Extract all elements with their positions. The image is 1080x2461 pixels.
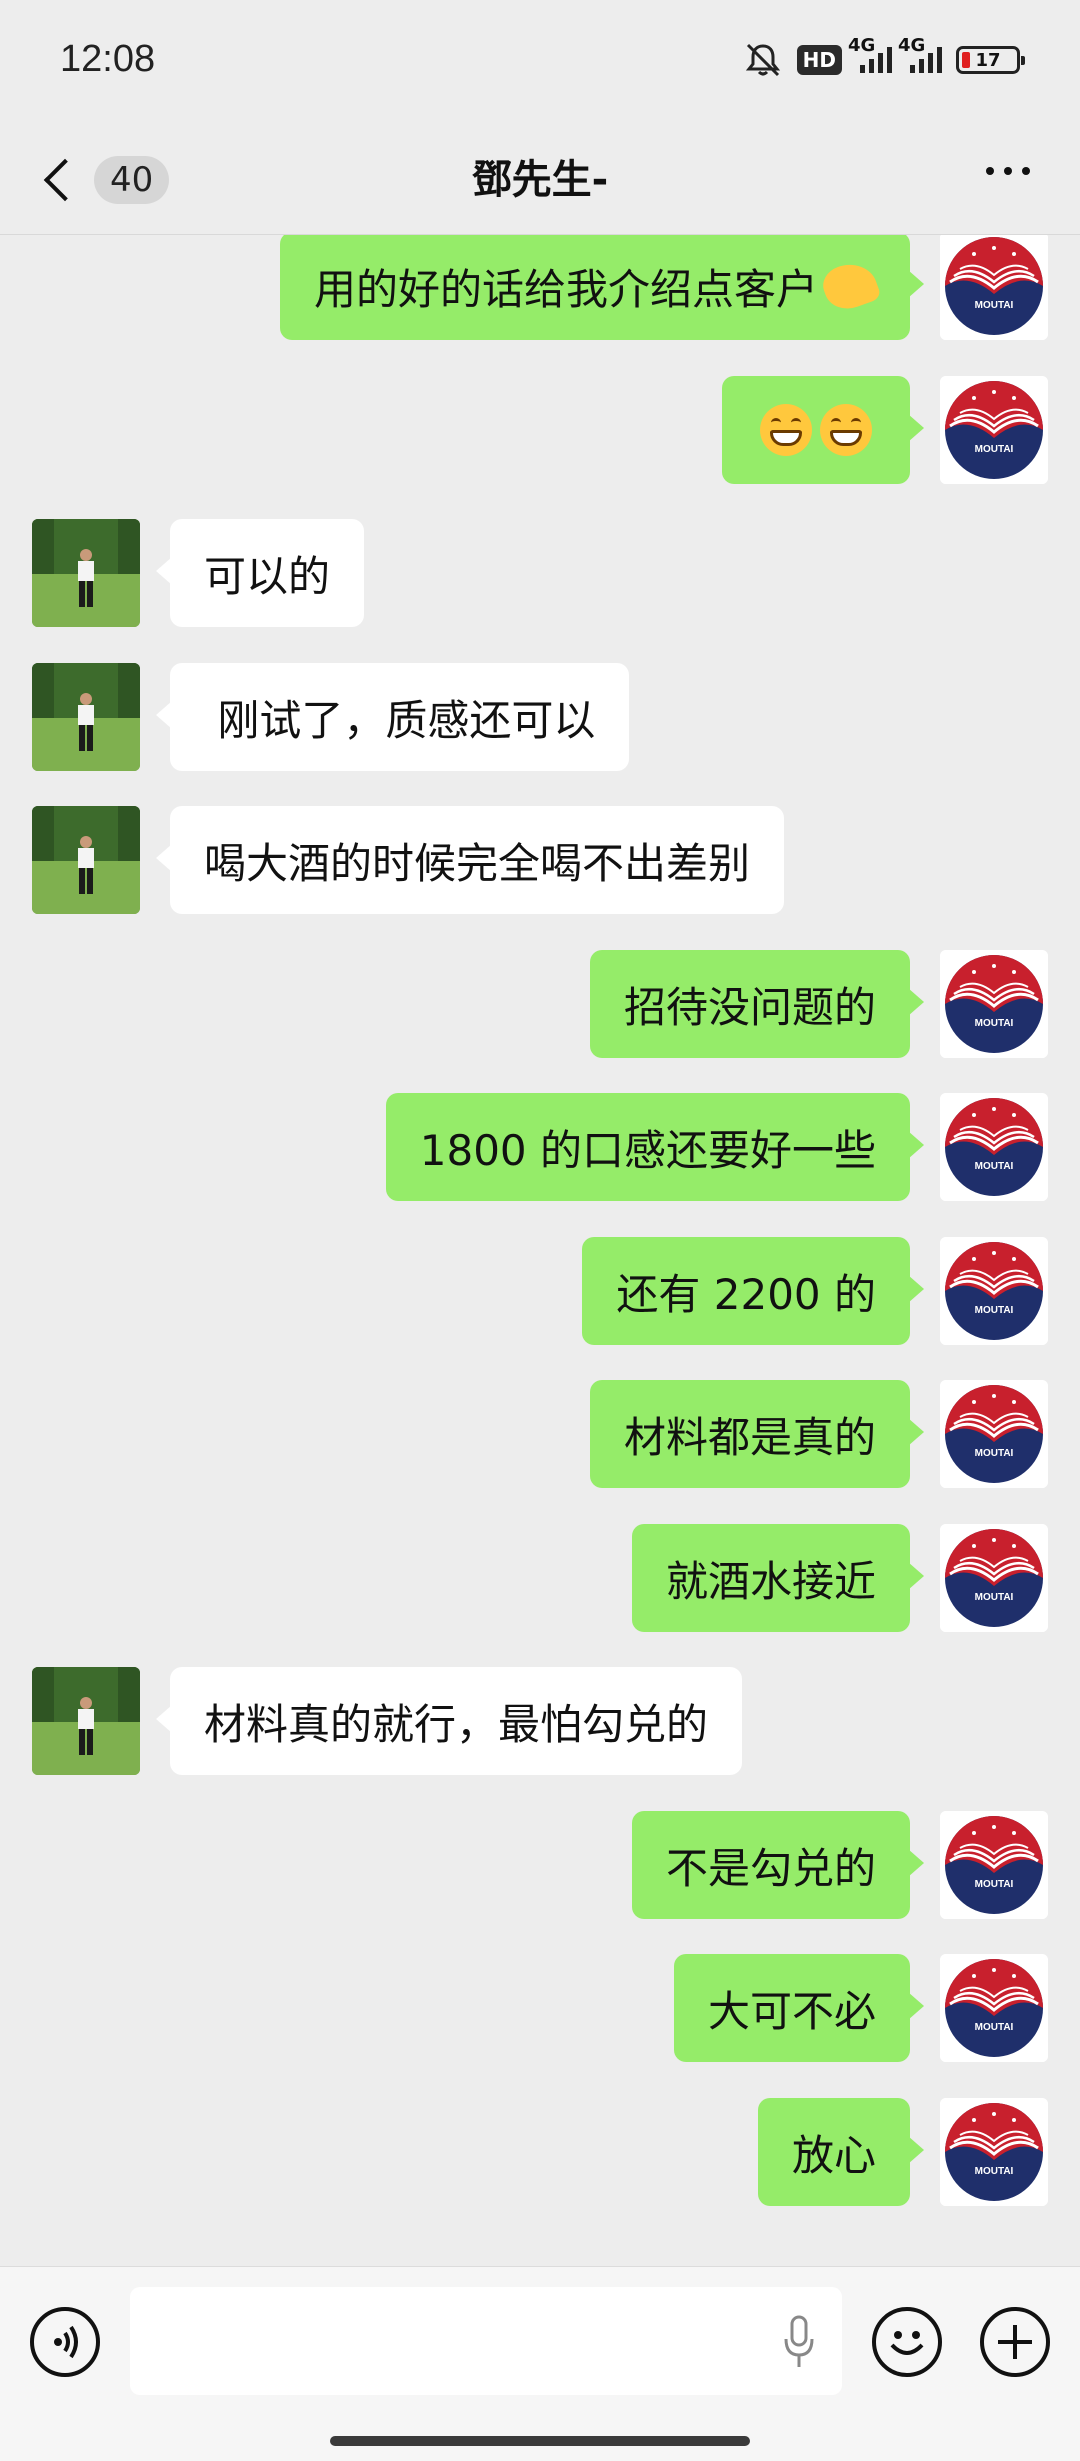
svg-text:MOUTAI: MOUTAI <box>975 300 1014 311</box>
contact-avatar[interactable] <box>32 663 140 771</box>
message-bubble[interactable]: 就酒水接近 <box>631 1524 925 1632</box>
message-bubble[interactable]: 可以的 <box>155 519 365 627</box>
contact-avatar[interactable] <box>32 519 140 627</box>
my-avatar[interactable]: MOUTAI <box>940 1093 1048 1201</box>
message-text: 大可不必 <box>707 1986 876 2036</box>
status-bar: 12:08 HD 4G 4G 17 <box>0 0 1080 125</box>
battery-icon: 17 <box>956 46 1025 74</box>
message-bubble[interactable]: 材料都是真的 <box>589 1380 925 1488</box>
message-bubble[interactable]: 1800 的口感还要好一些 <box>385 1093 925 1201</box>
my-avatar[interactable]: MOUTAI <box>940 1811 1048 1919</box>
message-list[interactable]: MOUTAI 用的好的话给我介绍点客户 MOUTAI 可以的 刚试了，质感还可以喝大酒… <box>0 235 1080 2265</box>
message-text: 1800 的口感还要好一些 <box>419 1125 876 1175</box>
svg-text:MOUTAI: MOUTAI <box>975 2166 1014 2177</box>
plus-icon[interactable] <box>980 2307 1050 2377</box>
message-text: 刚试了，质感还可以 <box>204 695 596 745</box>
contact-avatar[interactable] <box>32 1667 140 1775</box>
my-avatar[interactable]: MOUTAI <box>940 2098 1048 2206</box>
message-input[interactable] <box>130 2287 842 2395</box>
mic-icon[interactable] <box>784 2315 814 2369</box>
home-indicator[interactable] <box>330 2436 750 2446</box>
input-bar <box>0 2266 1080 2461</box>
more-icon[interactable] <box>986 167 1030 175</box>
message-text: 用的好的话给我介绍点客户 <box>313 264 818 314</box>
contact-avatar[interactable] <box>32 806 140 914</box>
svg-text:MOUTAI: MOUTAI <box>975 1305 1014 1316</box>
my-avatar[interactable]: MOUTAI <box>940 1380 1048 1488</box>
message-text: 就酒水接近 <box>665 1556 876 1606</box>
ok-hand-emoji <box>818 256 882 316</box>
message-text: 不是勾兑的 <box>665 1843 876 1893</box>
my-avatar[interactable]: MOUTAI <box>940 1237 1048 1345</box>
hd-badge: HD <box>796 45 842 75</box>
my-avatar[interactable]: MOUTAI <box>940 235 1048 340</box>
smiley-icon[interactable] <box>872 2307 942 2377</box>
svg-text:MOUTAI: MOUTAI <box>975 1161 1014 1172</box>
status-icons: HD 4G 4G 17 <box>743 35 1025 78</box>
svg-text:MOUTAI: MOUTAI <box>975 1592 1014 1603</box>
message-bubble[interactable]: 放心 <box>757 2098 925 2206</box>
svg-text:MOUTAI: MOUTAI <box>975 444 1014 455</box>
message-text: 可以的 <box>204 551 331 601</box>
my-avatar[interactable]: MOUTAI <box>940 376 1048 484</box>
message-bubble[interactable]: 刚试了，质感还可以 <box>155 663 630 771</box>
my-avatar[interactable]: MOUTAI <box>940 1524 1048 1632</box>
my-avatar[interactable]: MOUTAI <box>940 1954 1048 2062</box>
status-time: 12:08 <box>60 38 156 80</box>
grinning-emoji <box>820 404 872 456</box>
message-text: 喝大酒的时候完全喝不出差别 <box>204 838 751 888</box>
message-bubble[interactable]: 不是勾兑的 <box>631 1811 925 1919</box>
chat-header: 40 鄧先生- <box>0 125 1080 235</box>
voice-icon[interactable] <box>30 2307 100 2377</box>
my-avatar[interactable]: MOUTAI <box>940 950 1048 1058</box>
chat-title: 鄧先生- <box>471 157 609 203</box>
svg-text:MOUTAI: MOUTAI <box>975 1018 1014 1029</box>
message-bubble[interactable] <box>722 376 924 484</box>
message-bubble[interactable]: 大可不必 <box>673 1954 925 2062</box>
message-text: 材料真的就行，最怕勾兑的 <box>204 1699 709 1749</box>
mute-icon <box>745 43 780 77</box>
message-bubble[interactable]: 材料真的就行，最怕勾兑的 <box>155 1667 743 1775</box>
message-bubble[interactable]: 用的好的话给我介绍点客户 <box>279 235 925 340</box>
message-bubble[interactable]: 喝大酒的时候完全喝不出差别 <box>155 806 785 914</box>
message-text: 材料都是真的 <box>623 1412 876 1462</box>
message-text: 放心 <box>791 2130 876 2180</box>
message-bubble[interactable]: 招待没问题的 <box>589 950 925 1058</box>
signal-icon-2: 4G <box>898 35 942 73</box>
svg-text:MOUTAI: MOUTAI <box>975 1879 1014 1890</box>
message-bubble[interactable]: 还有 2200 的 <box>582 1237 924 1345</box>
grinning-emoji <box>760 404 812 456</box>
signal-icon-1: 4G <box>848 35 892 73</box>
message-text: 招待没问题的 <box>623 982 876 1032</box>
svg-text:MOUTAI: MOUTAI <box>975 2022 1014 2033</box>
svg-text:MOUTAI: MOUTAI <box>975 1448 1014 1459</box>
message-text: 还有 2200 的 <box>616 1269 876 1319</box>
